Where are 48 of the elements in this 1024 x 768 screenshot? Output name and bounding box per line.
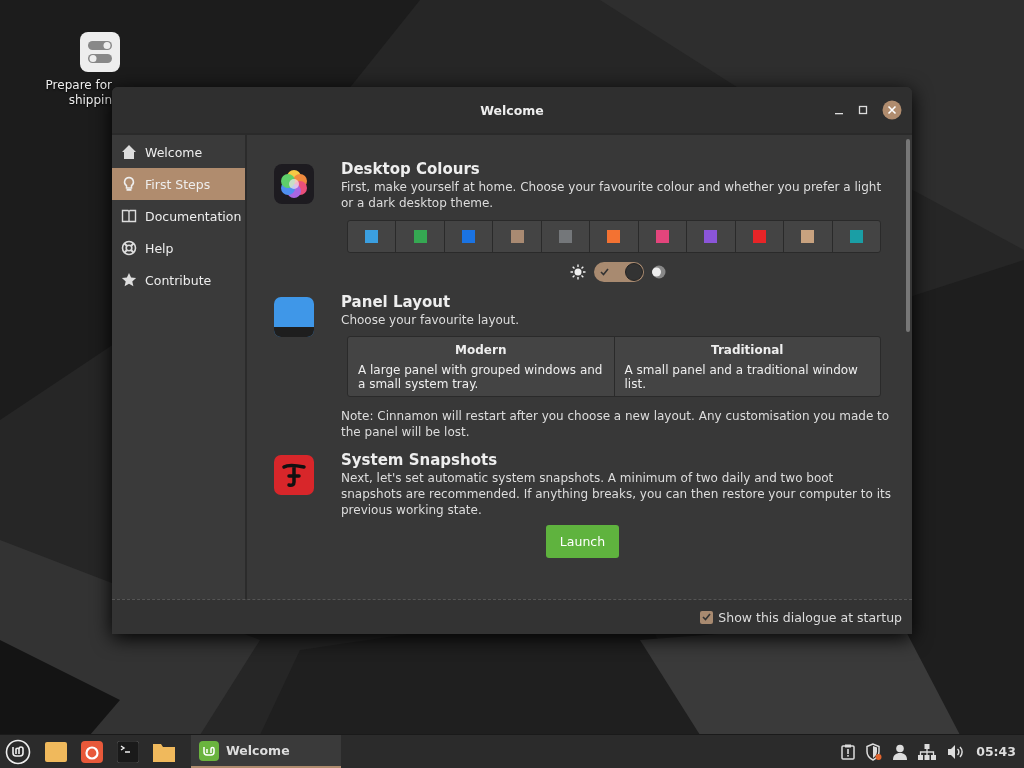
lifebuoy-icon bbox=[121, 240, 137, 256]
terminal-icon[interactable] bbox=[117, 740, 139, 763]
desktop-icon-label: Prepare for bbox=[45, 78, 112, 93]
layout-option-button[interactable]: Traditional A small panel and a traditional window list. bbox=[614, 337, 880, 396]
section-description: Next, let's set automatic system snapshots. A minimum of two daily and two boot snapshots are recommended. If anything breaks, you can then restore your computer to its previous working state. bbox=[341, 470, 892, 518]
user-icon[interactable] bbox=[893, 743, 908, 760]
section-description: First, make yourself at home. Choose your favourite colour and whether you prefer a light or a dark desktop theme. bbox=[341, 179, 883, 211]
sidebar-item[interactable]: Contribute bbox=[112, 264, 245, 296]
close-icon[interactable] bbox=[882, 100, 902, 120]
section-title: Desktop Colours bbox=[341, 159, 481, 179]
sun-icon bbox=[569, 264, 586, 280]
volume-icon[interactable] bbox=[947, 743, 966, 760]
folder-icon[interactable] bbox=[153, 741, 175, 762]
network-icon[interactable] bbox=[918, 743, 937, 760]
shield-icon[interactable] bbox=[866, 742, 883, 761]
section-title: System Snapshots bbox=[341, 450, 499, 470]
section-description: Choose your favourite layout. bbox=[341, 312, 520, 328]
window-title: Welcome bbox=[480, 102, 544, 118]
check-icon bbox=[599, 268, 609, 276]
book-icon bbox=[121, 208, 137, 224]
sidebar-item[interactable]: Documentation bbox=[112, 200, 245, 232]
clock[interactable]: 05:43 bbox=[976, 744, 1016, 759]
menu-icon[interactable] bbox=[5, 738, 31, 765]
moon-icon bbox=[651, 265, 666, 279]
snapshot-app-icon bbox=[273, 454, 315, 496]
restart-note: Note: Cinnamon will restart after you choose a new layout. Any customisation you made to the panel will be lost. bbox=[341, 408, 891, 440]
checkbox-label[interactable]: Show this dialogue at startup bbox=[718, 609, 902, 625]
layout-option-button[interactable]: Modern A large panel with grouped windows and a small system tray. bbox=[348, 337, 615, 396]
flower-icon bbox=[273, 163, 315, 205]
sidebar-item[interactable]: Help bbox=[112, 232, 245, 264]
taskbar-window-button[interactable]: Welcome bbox=[191, 735, 341, 768]
lightbulb-icon bbox=[121, 176, 137, 192]
panel-icon bbox=[273, 296, 315, 338]
section-title: Panel Layout bbox=[341, 292, 452, 312]
desktop-icon-label: shippin bbox=[67, 93, 112, 108]
toggle-switches-icon[interactable] bbox=[80, 32, 120, 72]
home-icon bbox=[121, 144, 137, 160]
app-launcher-icon[interactable] bbox=[81, 740, 103, 763]
dark-theme-switch[interactable] bbox=[593, 262, 644, 282]
clipboard-icon[interactable] bbox=[841, 743, 856, 760]
check-icon bbox=[702, 613, 712, 621]
maximize-icon[interactable] bbox=[858, 105, 868, 115]
star-icon bbox=[121, 272, 137, 288]
sidebar-item[interactable]: Welcome bbox=[112, 136, 245, 168]
checkbox[interactable] bbox=[700, 610, 714, 624]
app-icon bbox=[199, 740, 219, 761]
folder-icon[interactable] bbox=[45, 741, 67, 762]
scrollbar-thumb[interactable] bbox=[906, 139, 910, 332]
